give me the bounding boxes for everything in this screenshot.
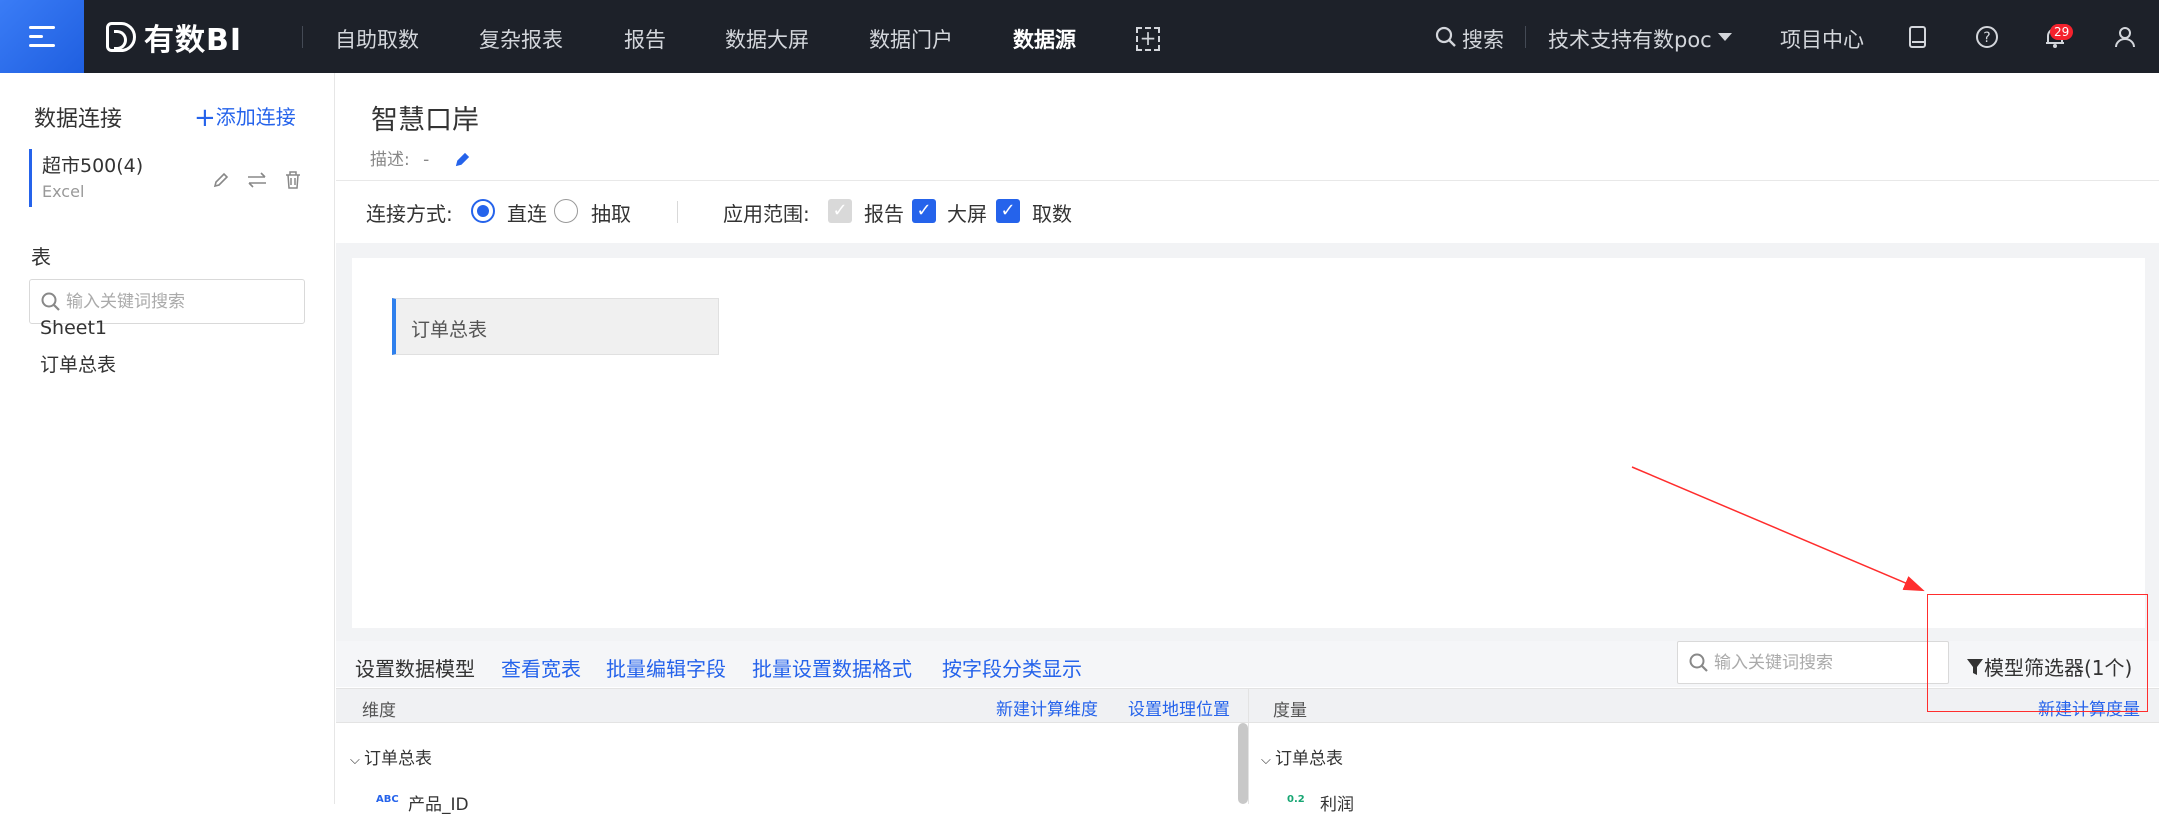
app-logo[interactable]: 有数BI bbox=[106, 20, 242, 58]
measure-title: 度量 bbox=[1273, 701, 1307, 721]
connection-settings-row: 连接方式: 直连 抽取 应用范围: ✓ 报告 ✓ 大屏 ✓ 取数 bbox=[336, 181, 2159, 243]
chevron-down-icon: ⌵ bbox=[1261, 753, 1275, 768]
nav-item-complex-report[interactable]: 复杂报表 bbox=[479, 24, 563, 54]
project-selector[interactable]: 技术支持有数poc bbox=[1548, 24, 1712, 54]
field-search-box[interactable] bbox=[1677, 641, 1949, 684]
field-search-input[interactable] bbox=[1714, 650, 1942, 676]
field-toolbar: 设置数据模型 查看宽表 批量编辑字段 批量设置数据格式 按字段分类显示 模型筛选… bbox=[336, 641, 2159, 687]
search-button[interactable]: 搜索 bbox=[1462, 24, 1504, 54]
batch-format-link[interactable]: 批量设置数据格式 bbox=[752, 653, 912, 682]
checkbox-report: ✓ bbox=[828, 199, 852, 223]
user-icon[interactable] bbox=[2110, 22, 2140, 52]
connection-type: Excel bbox=[42, 182, 85, 201]
sidebar-title: 数据连接 bbox=[34, 107, 123, 132]
connect-mode-label: 连接方式: bbox=[366, 202, 453, 226]
description-row: 描述: - bbox=[370, 145, 471, 170]
new-calc-dimension-link[interactable]: 新建计算维度 bbox=[996, 695, 1098, 720]
model-canvas-area: 订单总表 bbox=[336, 243, 2159, 641]
checkbox-screen-label[interactable]: 大屏 bbox=[947, 198, 987, 227]
project-center-link[interactable]: 项目中心 bbox=[1780, 24, 1864, 54]
set-geo-location-link[interactable]: 设置地理位置 bbox=[1128, 695, 1230, 720]
annotation-highlight-box bbox=[1927, 594, 2148, 712]
logo-icon bbox=[106, 22, 136, 52]
add-connection-label: 添加连接 bbox=[215, 105, 296, 129]
switch-icon[interactable] bbox=[246, 169, 268, 191]
text-type-icon: ABC bbox=[376, 794, 399, 805]
nav-item-report[interactable]: 报告 bbox=[624, 24, 666, 54]
notification-badge: 29 bbox=[2050, 24, 2074, 40]
view-wide-table-link[interactable]: 查看宽表 bbox=[501, 653, 581, 682]
scope-label: 应用范围: bbox=[723, 202, 810, 226]
description-label: 描述: bbox=[370, 150, 410, 170]
help-icon[interactable]: ? bbox=[1972, 22, 2002, 52]
description-value: - bbox=[423, 150, 430, 170]
group-by-field-link[interactable]: 按字段分类显示 bbox=[942, 653, 1082, 682]
checkbox-fetch-label[interactable]: 取数 bbox=[1032, 198, 1072, 227]
search-icon bbox=[1689, 653, 1708, 672]
radio-direct[interactable] bbox=[471, 199, 495, 223]
svg-text:?: ? bbox=[1983, 30, 1990, 46]
radio-extract[interactable] bbox=[554, 199, 578, 223]
nav-divider bbox=[302, 26, 303, 48]
table-item-sheet1[interactable]: Sheet1 bbox=[40, 317, 107, 339]
checkbox-report-label: 报告 bbox=[864, 202, 904, 226]
nav-divider bbox=[1525, 26, 1526, 48]
table-item-orders[interactable]: 订单总表 bbox=[40, 350, 116, 377]
edit-description-icon[interactable] bbox=[455, 151, 471, 167]
menu-icon[interactable] bbox=[0, 0, 84, 73]
model-canvas[interactable]: 订单总表 bbox=[352, 258, 2145, 628]
connection-item[interactable]: 超市500(4) Excel bbox=[29, 149, 319, 207]
dimension-field[interactable]: 产品_ID bbox=[408, 790, 469, 815]
nav-item-portal[interactable]: 数据门户 bbox=[869, 24, 953, 54]
checkbox-screen[interactable]: ✓ bbox=[912, 199, 936, 223]
dimension-group-label: 订单总表 bbox=[364, 749, 432, 769]
measure-group-label: 订单总表 bbox=[1275, 749, 1343, 769]
table-section-title: 表 bbox=[31, 245, 51, 269]
batch-edit-fields-link[interactable]: 批量编辑字段 bbox=[606, 653, 726, 682]
page-title: 智慧口岸 bbox=[371, 105, 479, 136]
search-icon[interactable] bbox=[1431, 22, 1461, 52]
scrollbar[interactable] bbox=[1238, 723, 1248, 804]
nav-item-dashboard[interactable]: 数据大屏 bbox=[725, 24, 809, 54]
connection-name: 超市500(4) bbox=[42, 155, 144, 177]
table-search-input[interactable] bbox=[66, 288, 296, 316]
add-connection-button[interactable]: +添加连接 bbox=[194, 101, 296, 133]
dimension-panel-header: 维度 新建计算维度 设置地理位置 bbox=[336, 688, 1248, 723]
book-icon[interactable] bbox=[1903, 22, 1933, 52]
data-connection-sidebar: 数据连接 +添加连接 超市500(4) Excel 表 Sheet1 订单总表 bbox=[0, 73, 335, 804]
measure-field[interactable]: 利润 bbox=[1320, 790, 1354, 815]
radio-extract-label[interactable]: 抽取 bbox=[591, 198, 631, 227]
dimension-group[interactable]: ⌵ 订单总表 bbox=[350, 744, 432, 769]
dimension-title: 维度 bbox=[362, 701, 396, 721]
add-nav-icon[interactable]: + bbox=[1136, 27, 1160, 51]
table-node-label: 订单总表 bbox=[411, 319, 488, 341]
measure-group[interactable]: ⌵ 订单总表 bbox=[1261, 744, 1343, 769]
checkbox-fetch[interactable]: ✓ bbox=[996, 199, 1020, 223]
plus-icon: + bbox=[194, 103, 216, 133]
nav-item-datasource[interactable]: 数据源 bbox=[1013, 24, 1076, 54]
divider bbox=[677, 201, 678, 223]
top-navigation-bar: 有数BI 自助取数 复杂报表 报告 数据大屏 数据门户 数据源 + 搜索 技术支… bbox=[0, 0, 2159, 73]
table-node[interactable]: 订单总表 bbox=[392, 298, 719, 355]
set-data-model-button[interactable]: 设置数据模型 bbox=[355, 653, 475, 682]
chevron-down-icon[interactable] bbox=[1710, 22, 1740, 52]
chevron-down-icon: ⌵ bbox=[350, 753, 364, 768]
logo-text: 有数BI bbox=[144, 23, 243, 58]
edit-icon[interactable] bbox=[210, 169, 232, 191]
trash-icon[interactable] bbox=[282, 169, 304, 191]
nav-item-self-service[interactable]: 自助取数 bbox=[335, 24, 419, 54]
radio-direct-label[interactable]: 直连 bbox=[507, 198, 547, 227]
number-type-icon: 0.2 bbox=[1287, 794, 1305, 805]
search-icon bbox=[41, 292, 60, 311]
